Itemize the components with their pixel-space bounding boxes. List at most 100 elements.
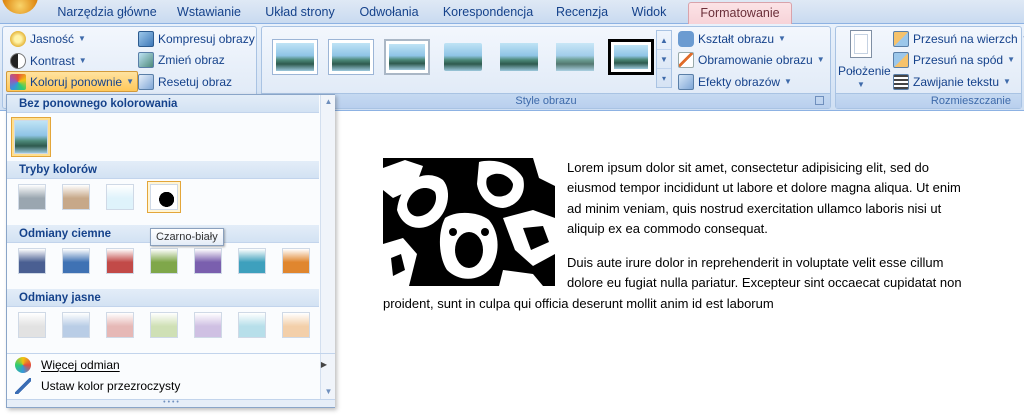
tab-review[interactable]: Recenzja [552, 2, 612, 24]
dark-variant-swatch-3[interactable] [103, 245, 137, 277]
tab-insert[interactable]: Wstawianie [168, 2, 250, 24]
paragraph-1-line-3: ad minim veniam, quis nostrud exercitati… [567, 201, 942, 216]
chevron-down-icon: ▼ [126, 76, 134, 86]
text-wrapping-button[interactable]: Zawijanie tekstu ▼ [893, 72, 1011, 92]
chevron-down-icon: ▼ [857, 80, 865, 89]
office-button[interactable] [2, 0, 38, 14]
light-variant-swatch-4[interactable] [147, 309, 181, 341]
scroll-up-icon[interactable]: ▲ [321, 95, 336, 109]
color-mode-swatch-2[interactable] [59, 181, 93, 213]
picture-style-3[interactable] [384, 39, 430, 75]
light-variant-swatch-7[interactable] [279, 309, 313, 341]
light-variant-swatch-6[interactable] [235, 309, 269, 341]
dark-variant-swatch-7[interactable] [279, 245, 313, 277]
compress-pictures-button[interactable]: Kompresuj obrazy [138, 29, 255, 49]
color-mode-swatch-1[interactable] [15, 181, 49, 213]
text-wrap-icon [893, 74, 909, 90]
light-variant-swatch-5[interactable] [191, 309, 225, 341]
light-variant-swatch-1[interactable] [15, 309, 49, 341]
picture-style-5[interactable] [496, 39, 542, 75]
ribbon-tab-bar: Narzędzia główne Wstawianie Układ strony… [0, 0, 1024, 24]
text-wrapping-label: Zawijanie tekstu [913, 75, 1000, 89]
no-recolor-header: Bez ponownego kolorowania [7, 95, 319, 113]
chevron-down-icon: ▼ [1007, 55, 1015, 64]
recolor-dropdown: Bez ponownego kolorowania Tryby kolorów … [6, 94, 335, 408]
tab-page-layout[interactable]: Układ strony [258, 2, 342, 24]
picture-styles-gallery [266, 33, 654, 85]
tab-home[interactable]: Narzędzia główne [48, 2, 166, 24]
tab-references[interactable]: Odwołania [352, 2, 426, 24]
chevron-down-icon: ▼ [784, 77, 792, 86]
picture-style-7[interactable] [608, 39, 654, 75]
color-modes-header: Tryby kolorów [7, 161, 319, 179]
bring-to-front-button[interactable]: Przesuń na wierzch ▼ [893, 29, 1024, 49]
dark-variant-swatch-1[interactable] [15, 245, 49, 277]
light-variant-swatch-3[interactable] [103, 309, 137, 341]
color-mode-swatch-3[interactable] [103, 181, 137, 213]
brightness-button[interactable]: Jasność ▼ [10, 29, 86, 49]
picture-shape-label: Kształt obrazu [698, 32, 775, 46]
change-picture-label: Zmień obraz [158, 53, 225, 67]
chevron-down-icon: ▼ [1003, 77, 1011, 86]
koala-image[interactable] [383, 158, 555, 286]
pen-icon [15, 378, 31, 394]
picture-border-button[interactable]: Obramowanie obrazu ▼ [678, 50, 825, 70]
compress-label: Kompresuj obrazy [158, 32, 255, 46]
compress-icon [138, 31, 154, 47]
picture-border-label: Obramowanie obrazu [698, 53, 813, 67]
more-variants-menu-item[interactable]: Więcej odmian ▶ [7, 353, 335, 375]
light-variants-header: Odmiany jasne [7, 289, 319, 307]
set-transparent-color-menu-item[interactable]: Ustaw kolor przezroczysty [7, 375, 335, 397]
change-picture-button[interactable]: Zmień obraz [138, 50, 225, 70]
picture-shape-button[interactable]: Kształt obrazu ▼ [678, 29, 786, 49]
paragraph-1-line-1: Lorem ipsum dolor sit amet, consectetur … [567, 160, 930, 175]
picture-style-2[interactable] [328, 39, 374, 75]
picture-effects-button[interactable]: Efekty obrazów ▼ [678, 72, 792, 92]
picture-style-1[interactable] [272, 39, 318, 75]
gallery-up-icon[interactable]: ▲ [657, 31, 671, 50]
gallery-scrollbar[interactable]: ▲ ▼ ▾ [656, 30, 672, 88]
more-variants-label: Więcej odmian [41, 358, 120, 372]
dark-variant-swatch-4[interactable] [147, 245, 181, 277]
resize-grip[interactable]: • • • • [7, 399, 335, 407]
send-to-back-button[interactable]: Przesuń na spód ▼ [893, 50, 1015, 70]
position-button[interactable]: Położenie ▼ [838, 28, 891, 92]
dark-variant-swatch-5[interactable] [191, 245, 225, 277]
recolor-button[interactable]: Koloruj ponownie ▼ [6, 71, 138, 92]
gallery-more-icon[interactable]: ▾ [657, 69, 671, 88]
recolor-icon [10, 73, 26, 90]
color-mode-swatch-4[interactable] [147, 181, 181, 213]
picture-style-6[interactable] [552, 39, 598, 75]
dark-variant-swatch-6[interactable] [235, 245, 269, 277]
set-transparent-label: Ustaw kolor przezroczysty [41, 379, 181, 393]
tab-format[interactable]: Formatowanie [688, 2, 792, 24]
picture-effects-label: Efekty obrazów [698, 75, 781, 89]
sun-icon [10, 31, 26, 47]
contrast-icon [10, 53, 26, 69]
brightness-label: Jasność [30, 32, 75, 46]
send-back-icon [893, 52, 909, 68]
dark-variant-swatch-2[interactable] [59, 245, 93, 277]
paragraph-1-line-2: eiusmod tempor incididunt ut labore et d… [567, 180, 961, 195]
chevron-down-icon: ▼ [78, 34, 86, 43]
dialog-launcher-icon[interactable] [815, 96, 824, 105]
reset-picture-icon [138, 74, 154, 90]
gallery-down-icon[interactable]: ▼ [657, 50, 671, 69]
paragraph-2-line-2: dolore eu fugiat nulla pariatur. Excepte… [567, 275, 962, 290]
koala-bw-picture [383, 158, 555, 286]
tab-view[interactable]: Widok [624, 2, 674, 24]
light-variant-swatch-2[interactable] [59, 309, 93, 341]
chevron-down-icon: ▼ [778, 34, 786, 43]
pen-icon [678, 52, 694, 68]
reset-picture-button[interactable]: Resetuj obraz [138, 72, 232, 92]
arrange-label: Rozmieszczanie [836, 93, 1021, 108]
contrast-label: Kontrast [30, 54, 75, 68]
chevron-down-icon: ▼ [816, 55, 825, 64]
paragraph-1-line-4: aliquip ex ea commodo consequat. [567, 221, 768, 236]
no-recolor-swatch[interactable] [11, 117, 51, 157]
contrast-button[interactable]: Kontrast ▼ [10, 51, 87, 71]
paragraph-2-line-3: proident, sunt in culpa qui officia dese… [383, 296, 774, 311]
picture-style-4[interactable] [440, 39, 486, 75]
tab-mailings[interactable]: Korespondencja [438, 2, 538, 24]
paragraph-2-line-1: Duis aute irure dolor in reprehenderit i… [567, 255, 944, 270]
